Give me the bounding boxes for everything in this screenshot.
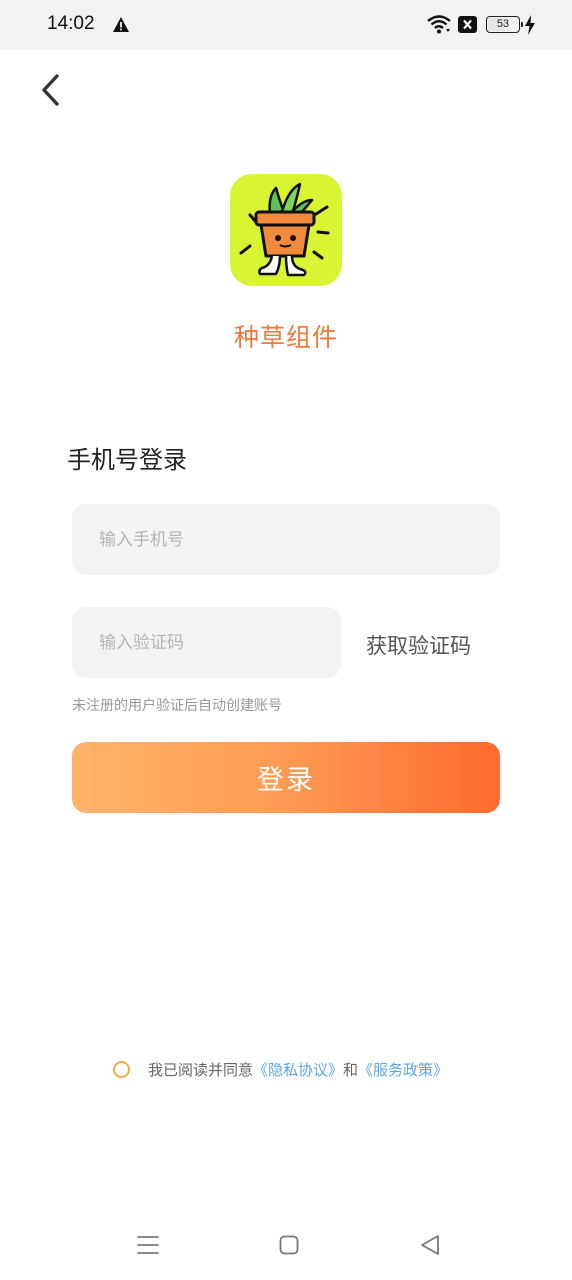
app-logo	[230, 174, 342, 286]
phone-input[interactable]	[72, 504, 500, 575]
back-button[interactable]	[30, 70, 70, 110]
privacy-policy-link[interactable]: 《隐私协议》	[253, 1059, 343, 1080]
register-hint: 未注册的用户验证后自动创建账号	[72, 698, 282, 714]
back-triangle-icon[interactable]	[419, 1234, 441, 1256]
login-button[interactable]: 登录	[72, 742, 500, 813]
agreement-radio[interactable]	[113, 1060, 130, 1078]
status-bar: 14:02 53	[0, 0, 572, 50]
verification-code-input[interactable]	[72, 607, 341, 678]
agreement-row: 我已阅读并同意 《隐私协议》 和 《服务政策》	[113, 1058, 448, 1080]
chevron-left-icon	[42, 74, 59, 106]
app-name: 种草组件	[233, 323, 338, 352]
battery-level: 53	[496, 18, 510, 30]
get-code-button[interactable]: 获取验证码	[366, 630, 471, 660]
wifi-icon	[427, 15, 451, 34]
no-sim-icon	[458, 16, 477, 33]
login-title: 手机号登录	[67, 446, 187, 474]
warning-icon	[113, 17, 129, 32]
home-icon[interactable]	[279, 1235, 299, 1255]
status-time: 14:02	[47, 13, 95, 34]
service-policy-link[interactable]: 《服务政策》	[358, 1059, 448, 1080]
charging-icon	[525, 15, 535, 35]
agreement-conjunction: 和	[343, 1060, 359, 1079]
system-nav-bar	[0, 1210, 572, 1280]
menu-icon[interactable]	[137, 1235, 159, 1255]
agreement-prefix: 我已阅读并同意	[148, 1060, 254, 1079]
plant-pot-mascot-icon	[239, 182, 330, 277]
battery-icon: 53	[486, 16, 523, 33]
